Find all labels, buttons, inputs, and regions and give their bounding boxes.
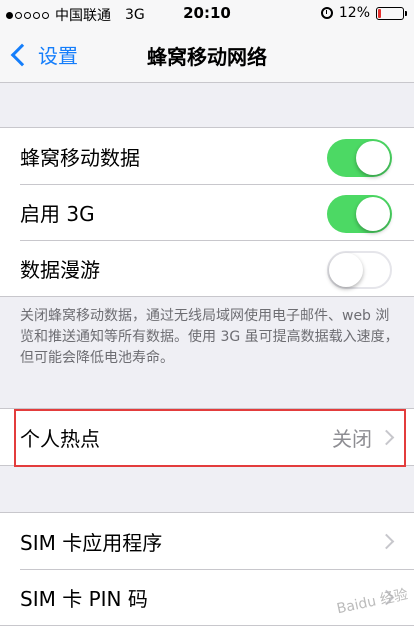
status-bar: 中国联通 3G 20:10 12% [0,0,414,26]
enable-3g-row: 启用 3G [0,184,414,240]
battery-level [378,8,381,18]
cellular-data-row: 蜂窝移动数据 [0,128,414,184]
cellular-data-toggle[interactable] [327,139,392,177]
sim-apps-row[interactable]: SIM 卡应用程序 [0,513,414,569]
highlight-annotation [14,409,406,467]
toggle-knob [356,141,390,175]
toggle-knob [356,197,390,231]
data-roaming-toggle[interactable] [327,251,392,289]
toggle-knob [329,253,363,287]
status-right: 12% [320,5,407,21]
sim-apps-label: SIM 卡应用程序 [20,530,163,555]
navigation-bar: 设置 蜂窝移动网络 [0,26,414,83]
battery-percent: 12% [338,5,370,21]
enable-3g-toggle[interactable] [327,195,392,233]
cellular-settings-group: 蜂窝移动数据 启用 3G 数据漫游 [0,127,414,297]
data-roaming-row: 数据漫游 [0,240,414,296]
battery-icon [376,6,407,20]
page-title: 蜂窝移动网络 [147,45,267,69]
alarm-icon [320,7,333,19]
cellular-footer-note: 关闭蜂窝移动数据，通过无线局域网使用电子邮件、web 浏览和推送通知等所有数据。… [20,308,399,366]
